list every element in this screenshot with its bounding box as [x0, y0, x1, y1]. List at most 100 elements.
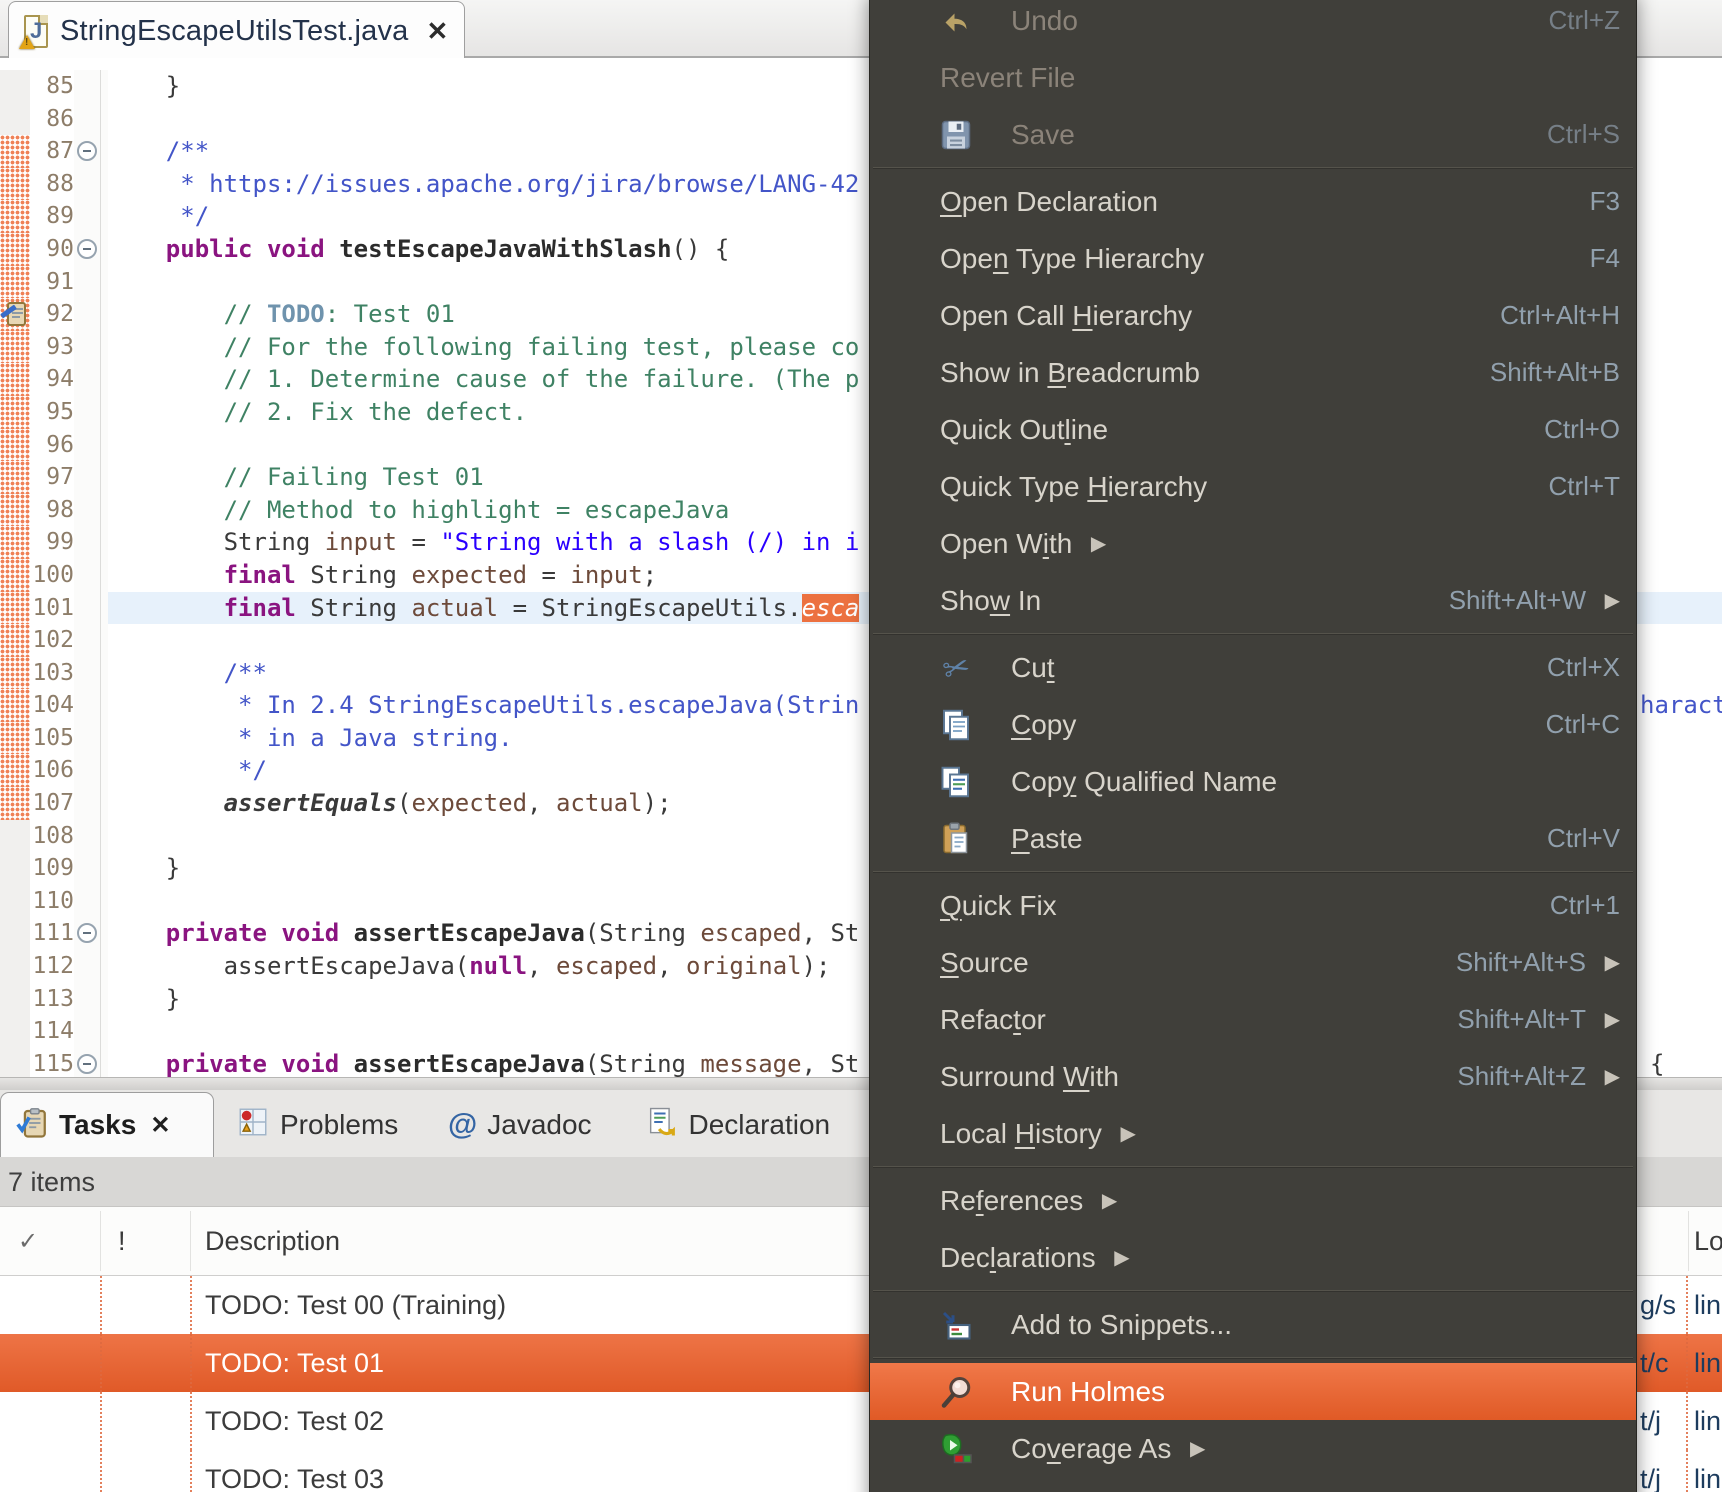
menu-item-refactor[interactable]: Refactor Shift+Alt+T ▶: [870, 991, 1636, 1048]
code-token: // Method to highlight = escapeJava: [108, 496, 729, 524]
menu-item-run-as[interactable]: Run As▶: [870, 1477, 1636, 1492]
panel-tab-javadoc[interactable]: @Javadoc: [434, 1092, 606, 1157]
panel-tab-declaration[interactable]: Declaration: [631, 1092, 845, 1157]
menu-item-local-history[interactable]: Local History▶: [870, 1105, 1636, 1162]
line-number: 103: [30, 657, 74, 690]
column-header-location[interactable]: Lo: [1694, 1207, 1722, 1276]
menu-shortcut: Shift+Alt+T: [1457, 1004, 1586, 1035]
menu-item-surround-with[interactable]: Surround WithShift+Alt+Z▶: [870, 1048, 1636, 1105]
menu-item-save: SaveCtrl+S: [870, 106, 1636, 163]
panel-tab-tasks[interactable]: Tasks✕: [0, 1092, 214, 1157]
fold-ruler-cell: [74, 70, 108, 103]
editor-tab-stringescapeutilstest[interactable]: J StringEscapeUtilsTest.java ✕: [8, 1, 465, 60]
task-description: TODO: Test 02: [205, 1392, 384, 1450]
annotation-ruler-cell: [0, 526, 30, 559]
menu-item-copy-qualified-name[interactable]: Copy Qualified Name: [870, 753, 1636, 810]
annotation-ruler-cell: [0, 396, 30, 429]
code-token: public void: [108, 235, 339, 263]
code-token: (: [397, 789, 411, 817]
annotation-ruler-cell: [0, 950, 30, 983]
panel-tab-problems[interactable]: Problems: [222, 1092, 412, 1157]
column-header-priority[interactable]: !: [118, 1207, 126, 1276]
menu-item-declarations[interactable]: Declarations▶: [870, 1229, 1636, 1286]
submenu-arrow-icon: ▶: [1110, 1245, 1130, 1270]
line-number: 86: [30, 103, 74, 136]
line-number: 90: [30, 233, 74, 266]
code-token: , St: [802, 1050, 860, 1077]
code-token: actual: [556, 789, 643, 817]
menu-item-add-to-snippets[interactable]: Add to Snippets...: [870, 1296, 1636, 1353]
menu-item-undo: UndoCtrl+Z: [870, 0, 1636, 49]
column-divider: [190, 1450, 192, 1492]
code-token: () {: [672, 235, 730, 263]
column-header-description[interactable]: Description: [205, 1207, 340, 1276]
code-token: assertEquals: [108, 789, 397, 817]
menu-item-label: Revert File: [940, 62, 1075, 94]
menu-item-quick-type-hierarchy[interactable]: Quick Type HierarchyCtrl+T: [870, 458, 1636, 515]
menu-item-label: Refactor: [940, 1004, 1046, 1036]
menu-item-label: Add to Snippets...: [1011, 1309, 1232, 1341]
line-number: 104: [30, 689, 74, 722]
line-number: 85: [30, 70, 74, 103]
annotation-ruler-cell: [0, 429, 30, 462]
line-number: 109: [30, 852, 74, 885]
annotation-ruler-cell: [0, 852, 30, 885]
code-token: ;: [643, 561, 657, 589]
fold-collapse-icon[interactable]: [77, 1054, 97, 1074]
menu-shortcut: F4: [1590, 243, 1620, 274]
line-number: 107: [30, 787, 74, 820]
tasks-icon: [15, 1106, 49, 1145]
tab-close-icon[interactable]: ✕: [427, 16, 449, 47]
code-token: ,: [527, 789, 556, 817]
column-header-check[interactable]: ✓: [18, 1207, 38, 1276]
menu-item-show-in[interactable]: Show InShift+Alt+W▶: [870, 572, 1636, 629]
menu-item-run-holmes[interactable]: Run Holmes: [870, 1363, 1636, 1420]
fold-ruler-cell: [74, 168, 108, 201]
fold-ruler-cell: [74, 266, 108, 299]
code-token: * https://issues.apache.org/jira/browse/…: [108, 170, 859, 198]
menu-separator: [870, 1162, 1636, 1172]
menu-item-references[interactable]: References▶: [870, 1172, 1636, 1229]
menu-item-open-call-hierarchy[interactable]: Open Call HierarchyCtrl+Alt+H: [870, 287, 1636, 344]
menu-item-quick-fix[interactable]: Quick FixCtrl+1: [870, 877, 1636, 934]
menu-item-open-with[interactable]: Open With▶: [870, 515, 1636, 572]
menu-item-open-type-hierarchy[interactable]: Open Type HierarchyF4: [870, 230, 1636, 287]
line-number: 113: [30, 983, 74, 1016]
annotation-ruler-cell: [0, 103, 30, 136]
fold-ruler-cell: [74, 559, 108, 592]
task-marker-icon[interactable]: [1, 301, 27, 327]
column-divider: [100, 1334, 102, 1392]
menu-item-label: Open Declaration: [940, 186, 1158, 218]
column-divider: [190, 1276, 192, 1334]
annotation-ruler-cell: [0, 820, 30, 853]
menu-item-show-in-breadcrumb[interactable]: Show in BreadcrumbShift+Alt+B: [870, 344, 1636, 401]
menu-item-copy[interactable]: CopyCtrl+C: [870, 696, 1636, 753]
code-token: ,: [657, 952, 686, 980]
menu-shortcut: Ctrl+C: [1546, 709, 1620, 740]
submenu-arrow-icon: ▶: [1600, 950, 1620, 975]
menu-item-coverage-as[interactable]: Coverage As▶: [870, 1420, 1636, 1477]
code-token: * In 2.4 StringEscapeUtils.escapeJava(St…: [108, 691, 859, 719]
menu-item-open-declaration[interactable]: Open DeclarationF3: [870, 173, 1636, 230]
task-path-fragment: t/j: [1640, 1392, 1661, 1450]
code-token: * in a Java string.: [108, 724, 513, 752]
line-number: 112: [30, 950, 74, 983]
menu-item-cut[interactable]: ✂CutCtrl+X: [870, 639, 1636, 696]
menu-item-source[interactable]: SourceShift+Alt+S▶: [870, 934, 1636, 991]
code-token: // Failing Test 01: [108, 463, 484, 491]
column-divider: [190, 1392, 192, 1450]
column-divider: [1686, 1334, 1688, 1392]
submenu-arrow-icon: ▶: [1600, 588, 1620, 613]
menu-item-quick-outline[interactable]: Quick OutlineCtrl+O: [870, 401, 1636, 458]
code-token: // For the following failing test, pleas…: [108, 333, 859, 361]
submenu-arrow-icon: ▶: [1600, 1007, 1620, 1032]
annotation-ruler-cell: [0, 168, 30, 201]
fold-collapse-icon[interactable]: [77, 239, 97, 259]
fold-collapse-icon[interactable]: [77, 923, 97, 943]
menu-item-paste[interactable]: PasteCtrl+V: [870, 810, 1636, 867]
menu-shortcut: Ctrl+O: [1544, 414, 1620, 445]
panel-tab-close-icon[interactable]: ✕: [150, 1111, 170, 1140]
code-token: message: [700, 1050, 801, 1077]
fold-collapse-icon[interactable]: [77, 141, 97, 161]
line-number: 89: [30, 200, 74, 233]
